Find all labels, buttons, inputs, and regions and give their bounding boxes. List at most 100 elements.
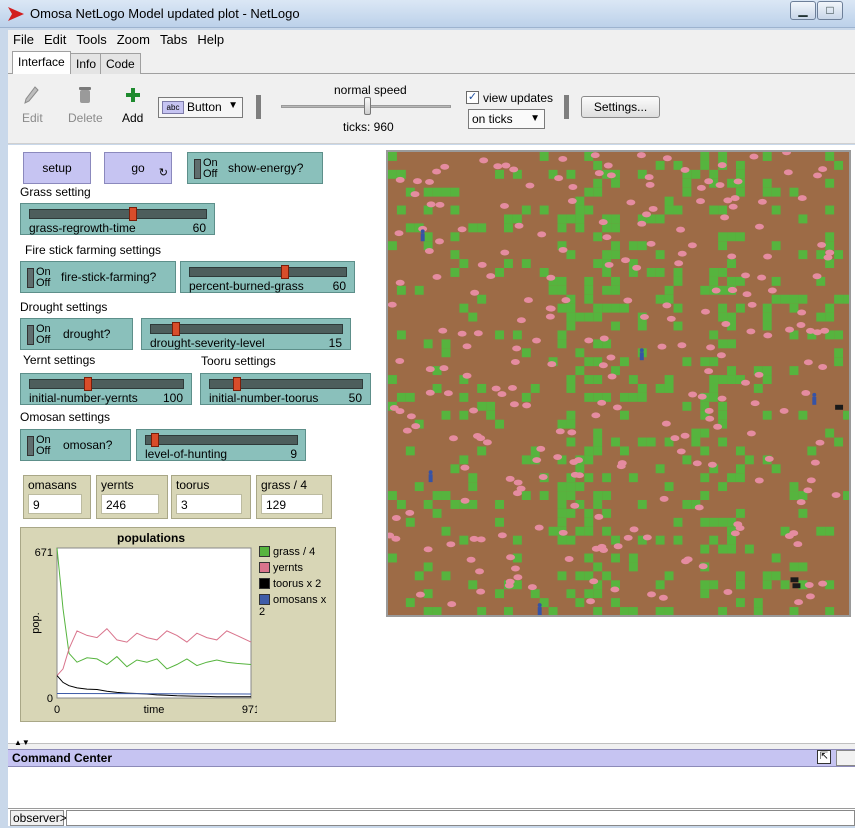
yernt-agent (696, 184, 706, 191)
yernt-agent (506, 554, 516, 561)
grass-setting-note: Grass setting (20, 185, 91, 199)
yernt-agent (805, 593, 815, 600)
yernt-agent (741, 379, 750, 386)
show-energy-switch[interactable]: On Off show-energy? (187, 152, 323, 184)
command-input[interactable] (66, 810, 855, 826)
grass-patch (477, 294, 487, 304)
yernt-agent (728, 203, 738, 210)
omosan-switch[interactable]: On Off omosan? (20, 429, 131, 461)
grass-patch (789, 303, 799, 313)
grass-patch (423, 187, 433, 197)
grass-patch (468, 473, 478, 483)
setup-button[interactable]: setup (23, 152, 91, 184)
grass-patch (521, 392, 531, 402)
grass-patch (495, 169, 504, 179)
grass-patch (843, 410, 849, 420)
grass-patch (807, 446, 817, 456)
menu-tools[interactable]: Tools (71, 30, 111, 47)
fire-stick-farming-switch[interactable]: On Off fire-stick-farming? (20, 261, 176, 293)
legend-entry: toorus x 2 (259, 578, 335, 594)
grass-patch (628, 562, 638, 572)
update-mode-select[interactable]: on ticks ▼ (468, 109, 545, 129)
grass-patch (459, 303, 469, 313)
command-input-row: observer> (8, 808, 855, 826)
yernt-agent (525, 182, 535, 189)
yernt-agent (677, 342, 687, 349)
initial-toorus-slider[interactable]: initial-number-toorus 50 (200, 373, 371, 405)
grass-patch (557, 491, 567, 500)
grass-patch (798, 410, 808, 420)
menu-file[interactable]: File (8, 30, 39, 47)
grass-patch (834, 250, 844, 260)
level-of-hunting-slider[interactable]: level-of-hunting 9 (136, 429, 306, 461)
grass-patch (566, 250, 576, 260)
yernt-agent (706, 344, 716, 351)
grass-patch (423, 232, 433, 242)
widget-type-select[interactable]: abc Button ▼ (158, 97, 243, 118)
grass-patch (619, 303, 629, 313)
menu-help[interactable]: Help (192, 30, 229, 47)
yernt-agent (497, 391, 507, 398)
grass-patch (664, 607, 674, 615)
yernt-agent (707, 461, 717, 468)
grass-patch (700, 152, 710, 161)
grass-patch (388, 241, 397, 251)
drought-severity-slider[interactable]: drought-severity-level 15 (141, 318, 351, 350)
clear-button[interactable] (836, 750, 855, 766)
grass-patch (673, 303, 683, 313)
yernt-agent (716, 352, 726, 359)
grass-patch (655, 160, 665, 170)
grass-patch (414, 285, 424, 295)
yernt-agent (446, 541, 456, 548)
maximize-button[interactable]: □ (817, 1, 843, 20)
add-button[interactable]: Add (122, 86, 143, 125)
grass-patch (477, 607, 487, 615)
grass-patch (789, 294, 799, 304)
menu-edit[interactable]: Edit (39, 30, 71, 47)
drought-switch[interactable]: On Off drought? (20, 318, 133, 350)
yernt-agent (727, 253, 737, 260)
percent-burned-slider[interactable]: percent-burned-grass 60 (180, 261, 355, 293)
speed-slider-knob[interactable] (364, 97, 371, 115)
menu-zoom[interactable]: Zoom (112, 30, 155, 47)
yernt-agent (513, 574, 523, 581)
grass-regrowth-slider[interactable]: grass-regrowth-time 60 (20, 203, 215, 235)
command-center-header: Command Center ⇱ (8, 749, 855, 767)
initial-yernts-slider[interactable]: initial-number-yernts 100 (20, 373, 192, 405)
grass-patch (468, 223, 478, 233)
grass-patch (575, 214, 585, 224)
yernt-agent (476, 536, 486, 543)
tab-code[interactable]: Code (100, 53, 141, 74)
grass-patch (566, 535, 576, 545)
minimize-button[interactable]: ▁ (790, 1, 816, 20)
yernt-agent (513, 479, 523, 486)
pop-out-icon[interactable]: ⇱ (817, 750, 831, 764)
world-view[interactable] (386, 150, 851, 617)
tab-info[interactable]: Info (70, 53, 103, 74)
observer-prompt-button[interactable]: observer> (10, 810, 67, 826)
yernt-agent (662, 302, 672, 309)
grass-patch (477, 383, 487, 393)
omosan-agent (537, 603, 542, 608)
yernt-agent (763, 332, 773, 339)
omosan-label: omosan? (63, 438, 113, 452)
yernt-agent (621, 257, 630, 264)
grass-patch (789, 366, 799, 376)
grass-patch (780, 580, 790, 590)
menu-tabs[interactable]: Tabs (155, 30, 192, 47)
edit-button[interactable]: Edit (22, 86, 43, 125)
settings-button[interactable]: Settings... (581, 96, 660, 118)
grass-patch (673, 321, 683, 331)
go-button[interactable]: go ↻ (104, 152, 172, 184)
tab-interface[interactable]: Interface (12, 51, 71, 75)
yernt-agent (659, 495, 669, 502)
delete-button[interactable]: Delete (68, 86, 103, 125)
view-updates-checkbox[interactable]: ✓ (466, 91, 479, 104)
grass-patch (548, 285, 558, 295)
grass-patch (709, 580, 719, 590)
grass-patch (727, 312, 736, 322)
grass-patch (459, 535, 469, 545)
yernt-agent (662, 155, 672, 162)
legend-entry: yernts (259, 562, 335, 578)
yernt-agent (395, 358, 405, 364)
